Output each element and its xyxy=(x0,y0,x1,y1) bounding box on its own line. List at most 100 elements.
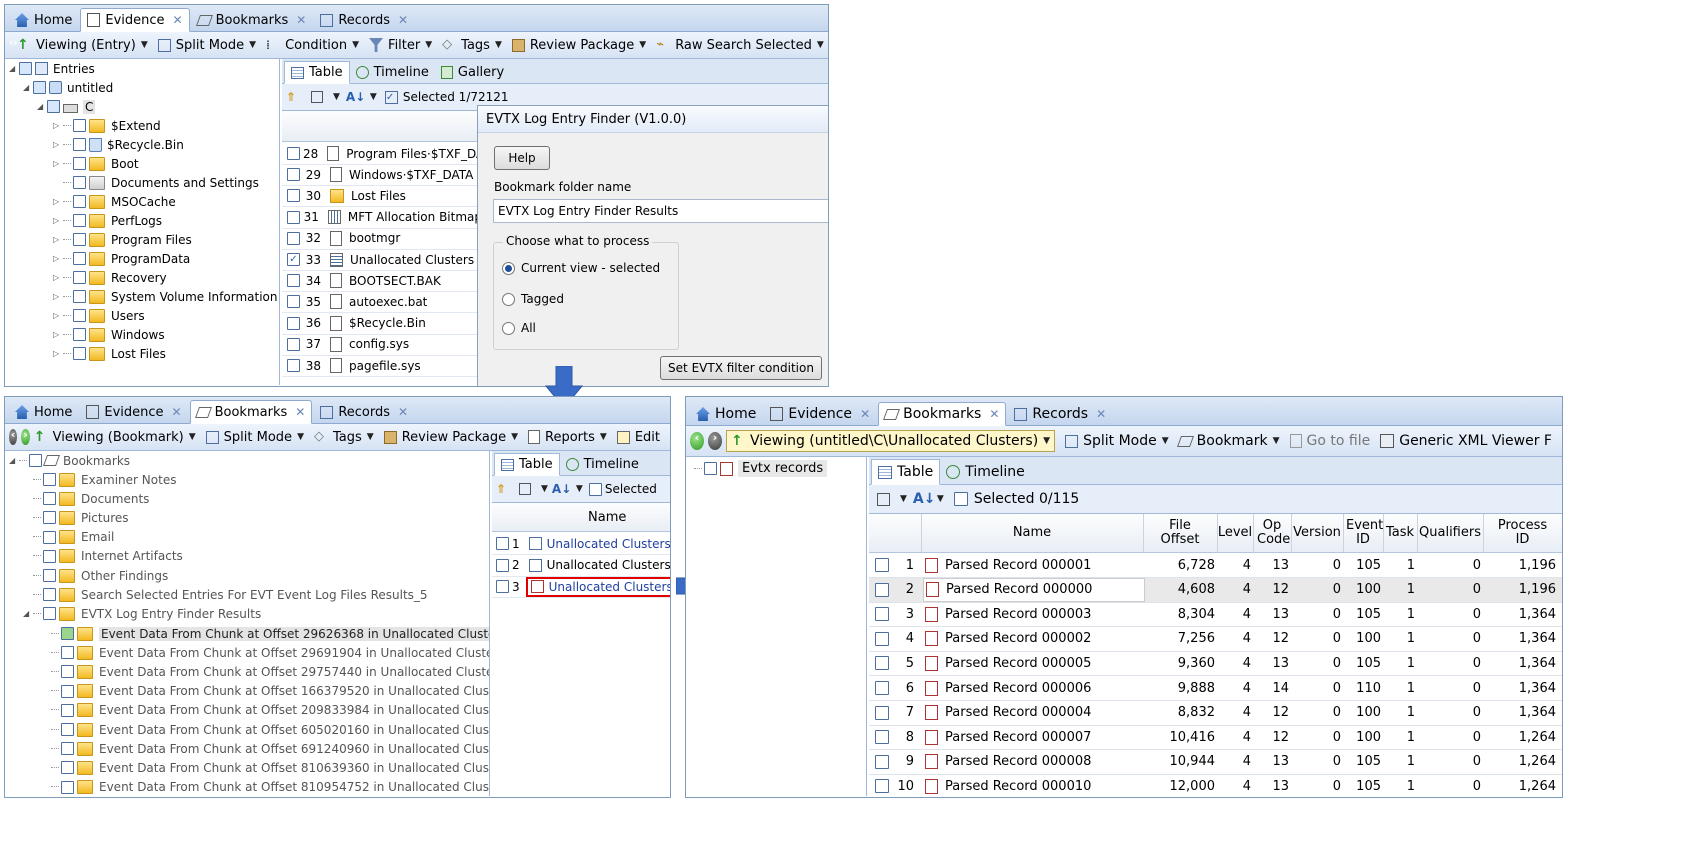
record-row[interactable]: 1 Parsed Record 000001 6,728 4 13 0 105 1 0 1,196 xyxy=(869,553,1562,578)
record-row[interactable]: 4 Parsed Record 000002 7,256 4 12 0 100 1 0 1,364 xyxy=(869,627,1562,652)
record-row[interactable]: 10 Parsed Record 000010 12,000 4 13 0 105 1 0 1,2… xyxy=(869,774,1562,796)
condition-dropdown[interactable]: ⁞ Condition ▼ xyxy=(266,38,359,53)
tree-item-system-volume-information[interactable]: ▷ System Volume Information xyxy=(53,287,277,306)
table-row[interactable]: 37 config.sys xyxy=(282,334,482,356)
record-checkbox[interactable] xyxy=(875,705,889,720)
tree-item-documents-and-settings[interactable]: Documents and Settings xyxy=(53,173,259,192)
record-row[interactable]: 6 Parsed Record 000006 9,888 4 14 0 110 1 0 1,364 xyxy=(869,676,1562,701)
option-current-view[interactable]: Current view - selected xyxy=(502,261,660,275)
record-checkbox[interactable] xyxy=(875,730,889,745)
edit-button[interactable]: Edit xyxy=(616,430,660,445)
tree-item-windows[interactable]: ▷ Windows xyxy=(53,325,165,344)
chunk-checkbox[interactable] xyxy=(61,742,74,756)
chunk-bookmark[interactable]: Event Data From Chunk at Offset 29691904… xyxy=(51,643,489,662)
table-row[interactable]: 38 pagefile.sys xyxy=(282,355,482,377)
record-checkbox[interactable] xyxy=(875,631,889,646)
folder-checkbox[interactable] xyxy=(43,549,56,563)
level-column-header[interactable]: Level xyxy=(1217,514,1254,552)
up-level-icon[interactable]: ⇑ xyxy=(496,482,510,496)
tab-evidence[interactable]: Evidence ✕ xyxy=(80,401,187,423)
close-icon[interactable]: ✕ xyxy=(989,407,999,421)
chunk-bookmark[interactable]: Event Data From Chunk at Offset 60502016… xyxy=(51,720,489,739)
tree-item-perflogs[interactable]: ▷ PerfLogs xyxy=(53,211,162,230)
row-checkbox[interactable] xyxy=(287,295,300,309)
table-row[interactable]: 2 Unallocated Clusters xyxy=(492,555,670,577)
back-button[interactable]: ‹ xyxy=(9,428,18,445)
viewing-dropdown[interactable]: ↑ Viewing (Entry) ▼ xyxy=(17,38,148,53)
task-column-header[interactable]: Task xyxy=(1383,514,1418,552)
tags-dropdown[interactable]: ◇ Tags ▼ xyxy=(442,38,502,53)
forward-button[interactable]: › xyxy=(707,431,722,450)
record-checkbox[interactable] xyxy=(875,582,889,597)
tab-bookmarks[interactable]: Bookmarks ✕ xyxy=(878,402,1007,426)
row-checkbox[interactable] xyxy=(496,537,509,550)
record-checkbox[interactable] xyxy=(875,754,889,769)
tab-table[interactable]: Table xyxy=(284,61,350,84)
process-id-column-header[interactable]: Process ID xyxy=(1483,514,1562,552)
folder-name-input[interactable]: EVTX Log Entry Finder Results xyxy=(493,199,828,223)
folder-checkbox[interactable] xyxy=(43,607,56,621)
close-icon[interactable]: ✕ xyxy=(296,13,306,27)
row-checkbox[interactable] xyxy=(496,580,509,593)
tab-gallery[interactable]: Gallery xyxy=(435,62,510,83)
close-icon[interactable]: ✕ xyxy=(860,407,870,421)
name-column-header[interactable]: Name xyxy=(588,510,626,525)
chunk-bookmark[interactable]: Event Data From Chunk at Offset 20983398… xyxy=(51,701,489,720)
record-checkbox[interactable] xyxy=(875,779,889,794)
tree-item-recovery[interactable]: ▷ Recovery xyxy=(53,268,167,287)
chunk-checkbox[interactable] xyxy=(61,646,74,660)
folder-checkbox[interactable] xyxy=(43,530,56,544)
tree-item-programdata[interactable]: ▷ ProgramData xyxy=(53,249,190,268)
folder-checkbox[interactable] xyxy=(43,511,56,525)
sort-icon[interactable]: A↓ xyxy=(552,482,571,496)
table-row[interactable]: 36 $Recycle.Bin xyxy=(282,313,482,335)
name-column-header[interactable]: Name xyxy=(921,514,1144,552)
tree-item-bookmarks[interactable]: ◢ Bookmarks xyxy=(9,451,130,470)
bookmark-folder[interactable]: Documents xyxy=(23,489,149,508)
chunk-bookmark[interactable]: Event Data From Chunk at Offset 29626368… xyxy=(51,624,489,643)
bookmark-folder[interactable]: Email xyxy=(23,528,114,547)
option-all[interactable]: All xyxy=(502,321,536,335)
tree-item-lost-files[interactable]: ▷ Lost Files xyxy=(53,344,166,363)
chunk-bookmark[interactable]: Event Data From Chunk at Offset 81095475… xyxy=(51,778,489,796)
reports-dropdown[interactable]: Reports ▼ xyxy=(528,430,607,445)
table-row[interactable]: 30 Lost Files xyxy=(282,185,482,208)
columns-icon[interactable] xyxy=(311,91,323,103)
tree-item-program-files[interactable]: ▷ Program Files xyxy=(53,230,192,249)
bookmark-folder[interactable]: Search Selected Entries For EVT Event Lo… xyxy=(23,585,428,604)
columns-icon[interactable] xyxy=(877,492,890,506)
record-checkbox[interactable] xyxy=(875,607,889,622)
table-row[interactable]: 32 bootmgr xyxy=(282,228,482,250)
chunk-checkbox[interactable] xyxy=(61,684,74,698)
folder-checkbox[interactable] xyxy=(43,569,56,582)
review-package-dropdown[interactable]: Review Package ▼ xyxy=(511,38,646,53)
row-checkbox[interactable] xyxy=(287,168,300,182)
split-mode-dropdown[interactable]: Split Mode ▼ xyxy=(1065,433,1169,449)
folder-checkbox[interactable] xyxy=(43,588,56,602)
select-all-checkbox[interactable] xyxy=(953,492,968,506)
chunk-checkbox[interactable] xyxy=(61,627,74,640)
table-row[interactable]: 28 Program Files·$TXF_DAT xyxy=(282,143,491,165)
version-column-header[interactable]: Version xyxy=(1291,514,1344,552)
record-row[interactable]: 9 Parsed Record 000008 10,944 4 13 0 105 1 0 1,26… xyxy=(869,750,1562,775)
event-id-column-header[interactable]: Event ID xyxy=(1343,514,1384,552)
bookmark-folder[interactable]: Internet Artifacts xyxy=(23,547,183,566)
tab-home[interactable]: Home xyxy=(9,401,78,423)
table-row[interactable]: 34 BOOTSECT.BAK xyxy=(282,270,482,293)
tab-evidence[interactable]: Evidence ✕ xyxy=(764,403,876,425)
tab-home[interactable]: Home xyxy=(9,9,78,31)
chunk-checkbox[interactable] xyxy=(61,703,74,717)
split-mode-dropdown[interactable]: Split Mode ▼ xyxy=(205,430,304,445)
row-checkbox[interactable] xyxy=(287,274,300,288)
row-checkbox[interactable] xyxy=(287,210,300,224)
chunk-checkbox[interactable] xyxy=(61,723,74,736)
split-mode-dropdown[interactable]: Split Mode ▼ xyxy=(157,38,256,53)
close-icon[interactable]: ✕ xyxy=(1096,407,1106,421)
forward-button[interactable]: › xyxy=(21,428,30,445)
record-checkbox[interactable] xyxy=(875,681,889,695)
close-icon[interactable]: ✕ xyxy=(295,405,305,419)
table-row[interactable]: 3 Unallocated Clusters xyxy=(492,576,670,598)
bookmark-folder[interactable]: Other Findings xyxy=(23,566,168,585)
tab-bookmarks[interactable]: Bookmarks ✕ xyxy=(189,400,313,424)
chunk-bookmark[interactable]: Event Data From Chunk at Offset 16637952… xyxy=(51,682,489,701)
